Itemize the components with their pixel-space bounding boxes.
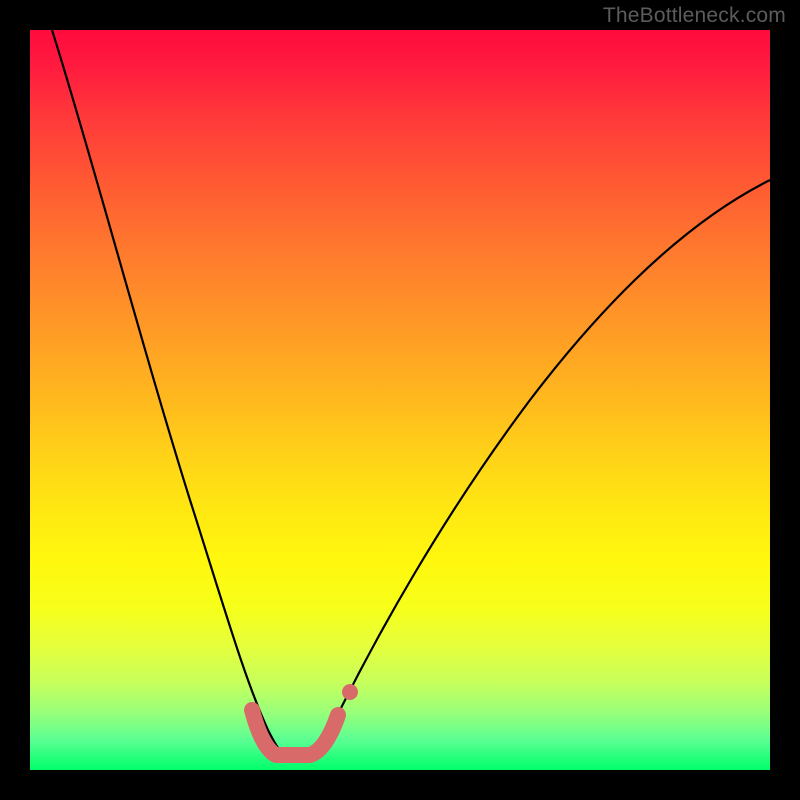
chart-plot-area <box>30 30 770 770</box>
bottleneck-curve-svg <box>30 30 770 770</box>
bottleneck-curve-path <box>52 30 770 760</box>
optimal-range-marker-path <box>252 710 338 755</box>
optimal-range-marker-dot <box>342 684 358 700</box>
watermark-text: TheBottleneck.com <box>603 4 786 28</box>
